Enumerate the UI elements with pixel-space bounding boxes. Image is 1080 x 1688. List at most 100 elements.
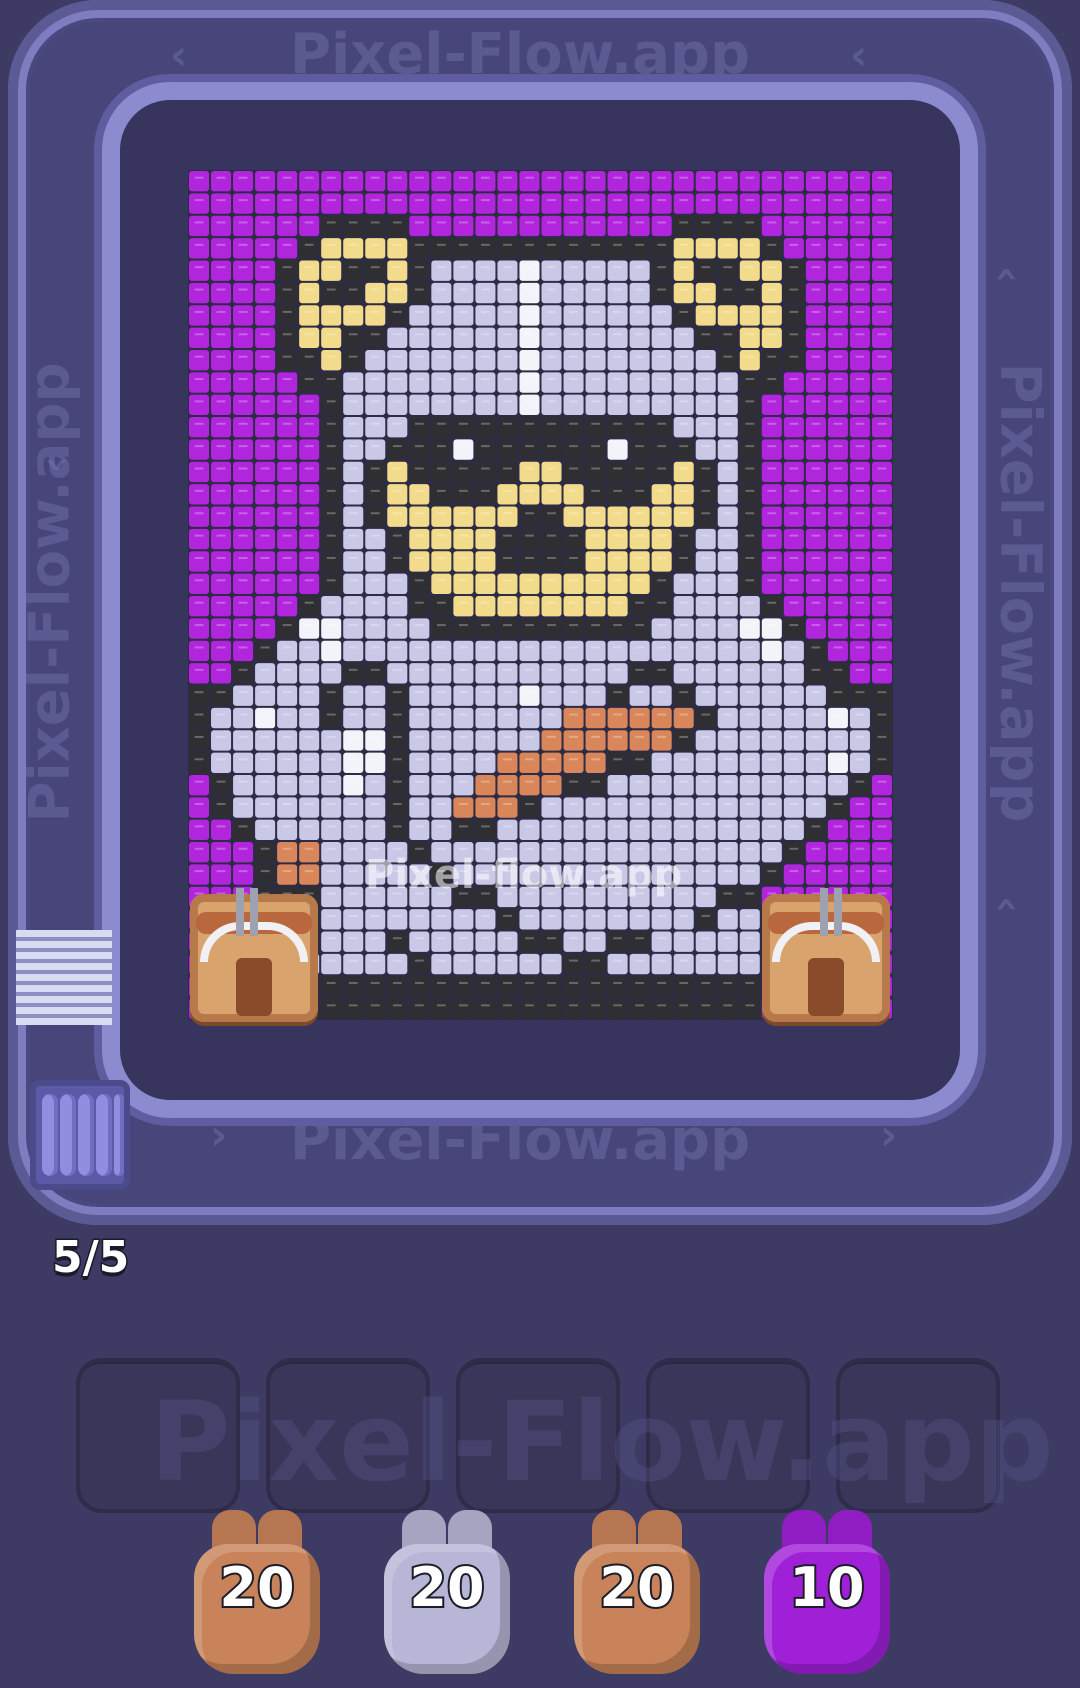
pixel-cell (805, 238, 826, 259)
pixel-cell (761, 260, 782, 281)
pixel-highlight (569, 825, 578, 828)
pixel-highlight (370, 914, 380, 917)
pixel-cell (827, 171, 848, 192)
pixel-highlight (282, 355, 292, 358)
pixel-highlight (701, 691, 711, 694)
pixel-cell (211, 528, 232, 550)
pixel-cell (497, 819, 518, 841)
pixel-highlight (789, 512, 799, 515)
pixel-cell (255, 484, 276, 505)
pixel-highlight (569, 221, 578, 224)
pixel-highlight (216, 489, 226, 492)
shooter-brown[interactable]: 20 (574, 1510, 700, 1682)
pixel-highlight (635, 556, 645, 559)
pixel-cell (871, 618, 892, 639)
pixel-cell (695, 551, 716, 572)
pixel-highlight (701, 713, 711, 716)
pixel-cell (387, 506, 408, 527)
pixel-highlight (657, 1004, 667, 1007)
pixel-cell (651, 998, 672, 1019)
pixel-cell (563, 640, 584, 662)
pixel-cell (849, 461, 870, 483)
pixel-cell (827, 327, 848, 348)
pixel-highlight (216, 624, 226, 627)
pixel-cell (387, 215, 408, 237)
pixel-highlight (877, 780, 887, 783)
pixel-highlight (789, 780, 799, 783)
shooter-silver[interactable]: 20 (384, 1510, 510, 1682)
pixel-highlight (723, 691, 733, 694)
pixel-highlight (679, 713, 689, 716)
pixel-highlight (414, 355, 424, 358)
pixel-cell (651, 663, 672, 684)
pixel-highlight (326, 959, 336, 962)
pixel-highlight (657, 981, 667, 984)
pixel-cell (607, 774, 628, 796)
pixel-cell (321, 282, 342, 304)
pixel-highlight (326, 1004, 336, 1007)
pixel-cell (629, 730, 650, 751)
pixel-highlight (657, 601, 667, 604)
pixel-highlight (392, 847, 402, 850)
pixel-cell (211, 461, 232, 483)
pixel-highlight (701, 825, 711, 828)
pixel-cell (805, 707, 826, 729)
pixel-highlight (282, 691, 292, 694)
pixel-cell (695, 976, 716, 997)
pixel-highlight (414, 646, 424, 649)
pixel-cell (629, 439, 650, 460)
pixel-cell (277, 260, 298, 281)
pixel-cell (827, 394, 848, 416)
pixel-cell (651, 596, 672, 617)
pixel-cell (651, 931, 672, 952)
pixel-highlight (216, 847, 226, 850)
pixel-cell (211, 774, 232, 796)
pixel-cell (739, 998, 760, 1019)
pixel-highlight (348, 378, 358, 381)
pixel-highlight (833, 422, 843, 425)
pixel-highlight (613, 758, 623, 761)
shooter-ammo-count: 10 (787, 1554, 866, 1621)
shooter-brown[interactable]: 20 (194, 1510, 320, 1682)
pixel-highlight (789, 489, 799, 492)
shooter-purple[interactable]: 10 (764, 1510, 890, 1682)
pixel-cell (475, 909, 496, 930)
pixel-highlight (370, 981, 380, 984)
pixel-highlight (194, 445, 204, 448)
pixel-cell (871, 484, 892, 505)
pixel-cell (651, 327, 672, 348)
pixel-highlight (282, 668, 292, 671)
pixel-highlight (811, 624, 821, 627)
pixel-highlight (304, 176, 314, 179)
pixel-cell (739, 193, 760, 214)
pixel-cell (475, 282, 496, 304)
pixel-cell (365, 260, 386, 281)
pixel-highlight (591, 937, 600, 940)
pixel-cell (409, 461, 430, 483)
pixel-highlight (855, 691, 865, 694)
pixel-cell (211, 327, 232, 348)
pixel-cell (343, 707, 364, 729)
track-arrow-icon: › (880, 1110, 898, 1159)
pixel-cell (695, 842, 716, 863)
pixel-highlight (304, 333, 314, 336)
pixel-highlight (679, 758, 689, 761)
pixel-highlight (458, 266, 468, 269)
pixel-cell (827, 349, 848, 371)
pixel-highlight (613, 735, 623, 738)
pixel-cell (211, 663, 232, 684)
pixel-cell (211, 394, 232, 416)
pixel-highlight (811, 467, 821, 470)
pixel-cell (299, 372, 320, 393)
pixel-cell (563, 282, 584, 304)
pixel-highlight (569, 601, 578, 604)
pixel-cell (783, 618, 804, 639)
pixel-cell (255, 260, 276, 281)
pixel-highlight (855, 534, 865, 537)
pixel-highlight (767, 221, 777, 224)
pixel-highlight (855, 847, 865, 850)
pixel-cell (475, 238, 496, 259)
pixel-cell (365, 998, 386, 1019)
pixel-highlight (679, 735, 689, 738)
pixel-cell (827, 819, 848, 841)
